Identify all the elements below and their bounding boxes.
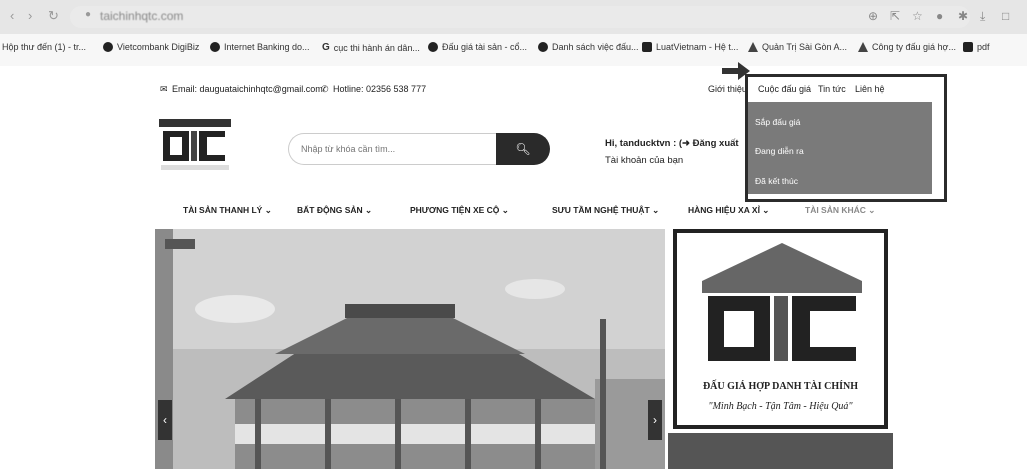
menu-auctions[interactable]: Cuộc đấu giá bbox=[758, 84, 811, 94]
bookmark-label: Hộp thư đến (1) - tr... bbox=[2, 42, 87, 52]
nav-category[interactable]: TÀI SẢN KHÁC ⌄ bbox=[805, 205, 875, 216]
email-text[interactable]: Email: dauguataichinhqtc@gmail.com bbox=[172, 84, 323, 94]
mail-icon: ✉ bbox=[160, 84, 168, 94]
url-text: taichinhqtc.com bbox=[100, 9, 184, 23]
bookmark-item[interactable]: pdf bbox=[963, 42, 990, 52]
user-greeting[interactable]: Hi, tanducktvn : (➜ Đăng xuất bbox=[605, 138, 739, 149]
bank-icon bbox=[210, 42, 220, 52]
puzzle-icon[interactable]: ✱ bbox=[958, 9, 968, 23]
hotline-text[interactable]: Hotline: 02356 538 777 bbox=[333, 84, 426, 94]
arrow-right-icon bbox=[722, 62, 750, 80]
dropdown-item-ended[interactable]: Đã kết thúc bbox=[755, 176, 798, 186]
bookmark-label: Công ty đấu giá hợ... bbox=[872, 42, 956, 52]
banner-logo bbox=[702, 243, 862, 361]
extension-icon[interactable]: ● bbox=[936, 9, 943, 23]
nav-category[interactable]: BẤT ĐỘNG SẢN ⌄ bbox=[297, 205, 372, 216]
site-logo[interactable] bbox=[155, 115, 235, 175]
bookmark-label: pdf bbox=[977, 42, 990, 52]
bookmark-label: Vietcombank DigiBiz bbox=[117, 42, 200, 52]
back-icon[interactable]: ‹ bbox=[10, 8, 14, 23]
account-link[interactable]: Tài khoản của bạn bbox=[605, 155, 683, 166]
bookmark-label: cục thi hành án dân... bbox=[333, 42, 420, 53]
bookmark-item[interactable]: Vietcombank DigiBiz bbox=[103, 42, 199, 52]
url-field[interactable] bbox=[70, 6, 970, 28]
bookmark-item[interactable]: Công ty đấu giá hợ... bbox=[858, 42, 956, 52]
company-banner[interactable]: ĐẤU GIÁ HỢP DANH TÀI CHÍNH "Minh Bạch - … bbox=[673, 229, 888, 429]
search-button[interactable]: 🔍︎ bbox=[496, 133, 550, 165]
dropdown-item-ongoing[interactable]: Đang diễn ra bbox=[755, 146, 804, 156]
dropdown-item-upcoming[interactable]: Sắp đấu giá bbox=[755, 117, 800, 127]
secondary-banner[interactable] bbox=[668, 433, 893, 469]
bookmark-label: Đấu giá tài sản - cổ... bbox=[442, 42, 528, 52]
slider-prev-button[interactable]: ‹ bbox=[158, 400, 172, 440]
banner-slogan: "Minh Bạch - Tận Tâm - Hiệu Quả" bbox=[708, 401, 853, 412]
download-icon[interactable]: ⤓ bbox=[980, 9, 985, 24]
search-icon: 🔍︎ bbox=[515, 142, 531, 156]
bookmark-item[interactable]: Hộp thư đến (1) - tr... bbox=[2, 42, 86, 52]
drive-icon bbox=[858, 42, 868, 52]
bookmark-label: Danh sách việc đấu... bbox=[552, 42, 639, 52]
menu-news[interactable]: Tin tức bbox=[818, 84, 846, 94]
nav-category[interactable]: SƯU TẦM NGHỆ THUẬT ⌄ bbox=[552, 205, 659, 216]
chevron-right-icon: › bbox=[653, 413, 657, 427]
banner-title: ĐẤU GIÁ HỢP DANH TÀI CHÍNH bbox=[702, 381, 859, 392]
reload-icon[interactable]: ↻ bbox=[48, 8, 59, 24]
hero-slider-image bbox=[155, 229, 665, 469]
chevron-left-icon: ‹ bbox=[163, 413, 167, 427]
about-link[interactable]: Giới thiệu bbox=[708, 84, 747, 94]
bookmark-label: Internet Banking do... bbox=[224, 42, 310, 52]
book-icon bbox=[642, 42, 652, 52]
share-icon[interactable]: ⇱ bbox=[890, 9, 900, 23]
nav-category[interactable]: HÀNG HIỆU XA XỈ ⌄ bbox=[688, 205, 769, 216]
lock-icon[interactable]: ● bbox=[85, 9, 91, 20]
menu-contact[interactable]: Liên hệ bbox=[855, 84, 885, 94]
bookmark-item[interactable]: Quản Trị Sài Gòn A... bbox=[748, 42, 847, 52]
globe-icon bbox=[428, 42, 438, 52]
profile-icon[interactable]: □ bbox=[1002, 9, 1009, 23]
zoom-icon[interactable]: ⊕ bbox=[868, 9, 878, 23]
nav-category[interactable]: TÀI SẢN THANH LÝ ⌄ bbox=[183, 205, 272, 216]
bookmark-item[interactable]: LuatVietnam - Hệ t... bbox=[642, 42, 738, 52]
bookmark-item[interactable]: Internet Banking do... bbox=[210, 42, 310, 52]
phone-icon: ✆ bbox=[321, 84, 329, 94]
google-icon: G bbox=[322, 42, 330, 53]
bookmark-label: LuatVietnam - Hệ t... bbox=[656, 42, 739, 52]
bookmark-item[interactable]: Đấu giá tài sản - cổ... bbox=[428, 42, 527, 52]
bookmark-item[interactable]: Danh sách việc đấu... bbox=[538, 42, 639, 52]
forward-icon[interactable]: › bbox=[28, 8, 32, 23]
star-icon[interactable]: ☆ bbox=[912, 9, 923, 23]
nav-category[interactable]: PHƯƠNG TIỆN XE CỘ ⌄ bbox=[410, 205, 509, 216]
search-input[interactable] bbox=[288, 133, 498, 165]
drive-icon bbox=[748, 42, 758, 52]
bookmark-label: Quản Trị Sài Gòn A... bbox=[762, 42, 848, 52]
drop-icon bbox=[538, 42, 548, 52]
slider-next-button[interactable]: › bbox=[648, 400, 662, 440]
bookmark-item[interactable]: Gcục thi hành án dân... bbox=[322, 42, 420, 53]
folder-icon bbox=[963, 42, 973, 52]
map-pin-icon bbox=[103, 42, 113, 52]
